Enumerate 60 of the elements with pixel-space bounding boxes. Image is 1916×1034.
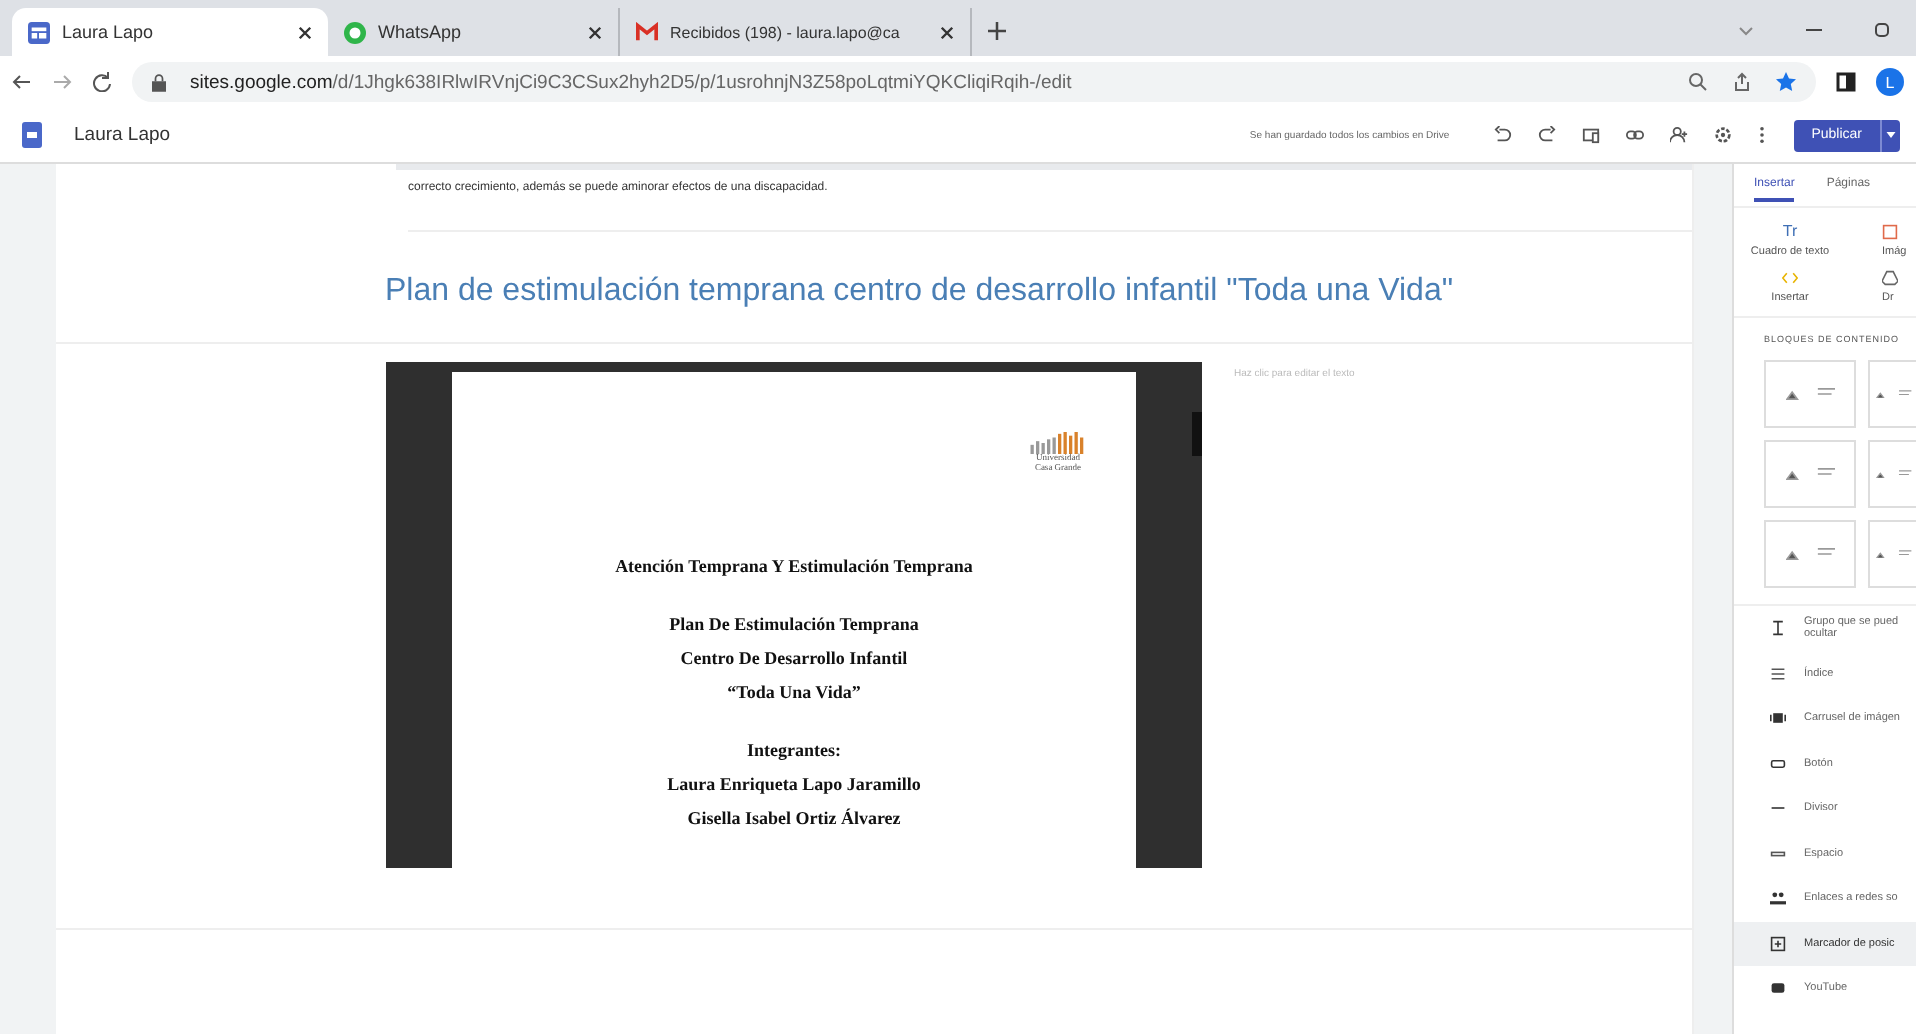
video-icon (1770, 980, 1786, 997)
profile-avatar[interactable]: L (1876, 68, 1904, 96)
plus-box-icon (1770, 935, 1786, 952)
document-line: Plan De Estimulación Temprana (669, 611, 919, 638)
new-tab-icon[interactable] (988, 22, 1006, 40)
star-icon[interactable] (1776, 72, 1796, 92)
sites-icon (28, 21, 50, 43)
restore-icon[interactable] (1872, 20, 1892, 40)
preview-icon[interactable] (1581, 126, 1600, 144)
document-line: Gisella Isabel Ortiz Álvarez (687, 805, 901, 832)
carousel-icon (1770, 710, 1786, 727)
browser-tab[interactable]: Laura Lapo (12, 8, 328, 56)
publish-menu-button[interactable] (1880, 119, 1900, 151)
section-title: Plan de estimulación temprana centro de desarrollo infantil "Toda una Vida" (56, 232, 1692, 344)
image-icon (1882, 224, 1898, 240)
browser-tab[interactable]: WhatsApp (328, 8, 620, 56)
tab-title: WhatsApp (378, 22, 464, 42)
document-line: Integrantes: (746, 737, 841, 764)
document-line: “Toda Una Vida” (727, 679, 861, 706)
mail-icon (636, 21, 658, 43)
document-line: Laura Enriqueta Lapo Jaramillo (667, 771, 921, 798)
layout-drawing (1785, 388, 1835, 400)
redo-icon[interactable] (1537, 126, 1556, 144)
document-line: Centro De Desarrollo Infantil (680, 645, 908, 672)
close-icon[interactable] (298, 25, 312, 39)
share-icon[interactable] (1732, 72, 1752, 92)
layout-drawing (1876, 389, 1912, 399)
sites-icon (22, 122, 42, 148)
tab-title: Recibidos (198) - laura.lapo@ca (670, 23, 902, 41)
undo-icon[interactable] (1493, 126, 1512, 144)
people-icon (1770, 890, 1786, 907)
list-icon (1770, 665, 1786, 682)
settings-icon[interactable] (1713, 126, 1732, 144)
site-name: Laura Lapo (74, 124, 171, 146)
close-icon[interactable] (940, 25, 954, 39)
browser-tab[interactable]: Recibidos (198) - laura.lapo@ca (620, 8, 972, 56)
code-icon (1782, 270, 1798, 286)
layout-drawing (1785, 468, 1835, 480)
layout-drawing (1876, 549, 1912, 559)
scrollbar-thumb[interactable] (1192, 412, 1202, 456)
caret-icon (1886, 132, 1896, 138)
address-bar[interactable]: sites.google.com/d/1Jhgk638IRlwIRVnjCi9C3CSux2hyh2D5/p/1usrohnjN3Z58poLqtmiYQKCliqiRqih-/edit (132, 62, 1816, 102)
tab-title: Laura Lapo (62, 22, 156, 42)
logo-bars-icon (1030, 432, 1086, 454)
lock-icon (152, 73, 166, 91)
add-person-icon[interactable] (1669, 126, 1688, 144)
link-icon[interactable] (1625, 126, 1644, 144)
layout-drawing (1785, 548, 1835, 560)
button-icon (1770, 755, 1786, 772)
text-box-icon: Tr (1782, 224, 1798, 240)
side-panel-icon[interactable] (1836, 72, 1856, 92)
back-icon[interactable] (12, 72, 32, 92)
more-icon[interactable] (1757, 126, 1766, 144)
reload-icon[interactable] (92, 72, 112, 92)
search-icon[interactable] (1688, 72, 1708, 92)
close-icon[interactable] (588, 25, 602, 39)
url-text: sites.google.com/d/1Jhgk638IRlwIRVnjCi9C3CSux2hyh2D5/p/1usrohnjN3Z58poLqtmiYQKCliqiRqih-/edit (190, 71, 1074, 93)
text-cursor-icon (1770, 620, 1786, 637)
document-line: Atención Temprana Y Estimulación Temprana (615, 553, 973, 580)
layout-drawing (1876, 469, 1912, 479)
